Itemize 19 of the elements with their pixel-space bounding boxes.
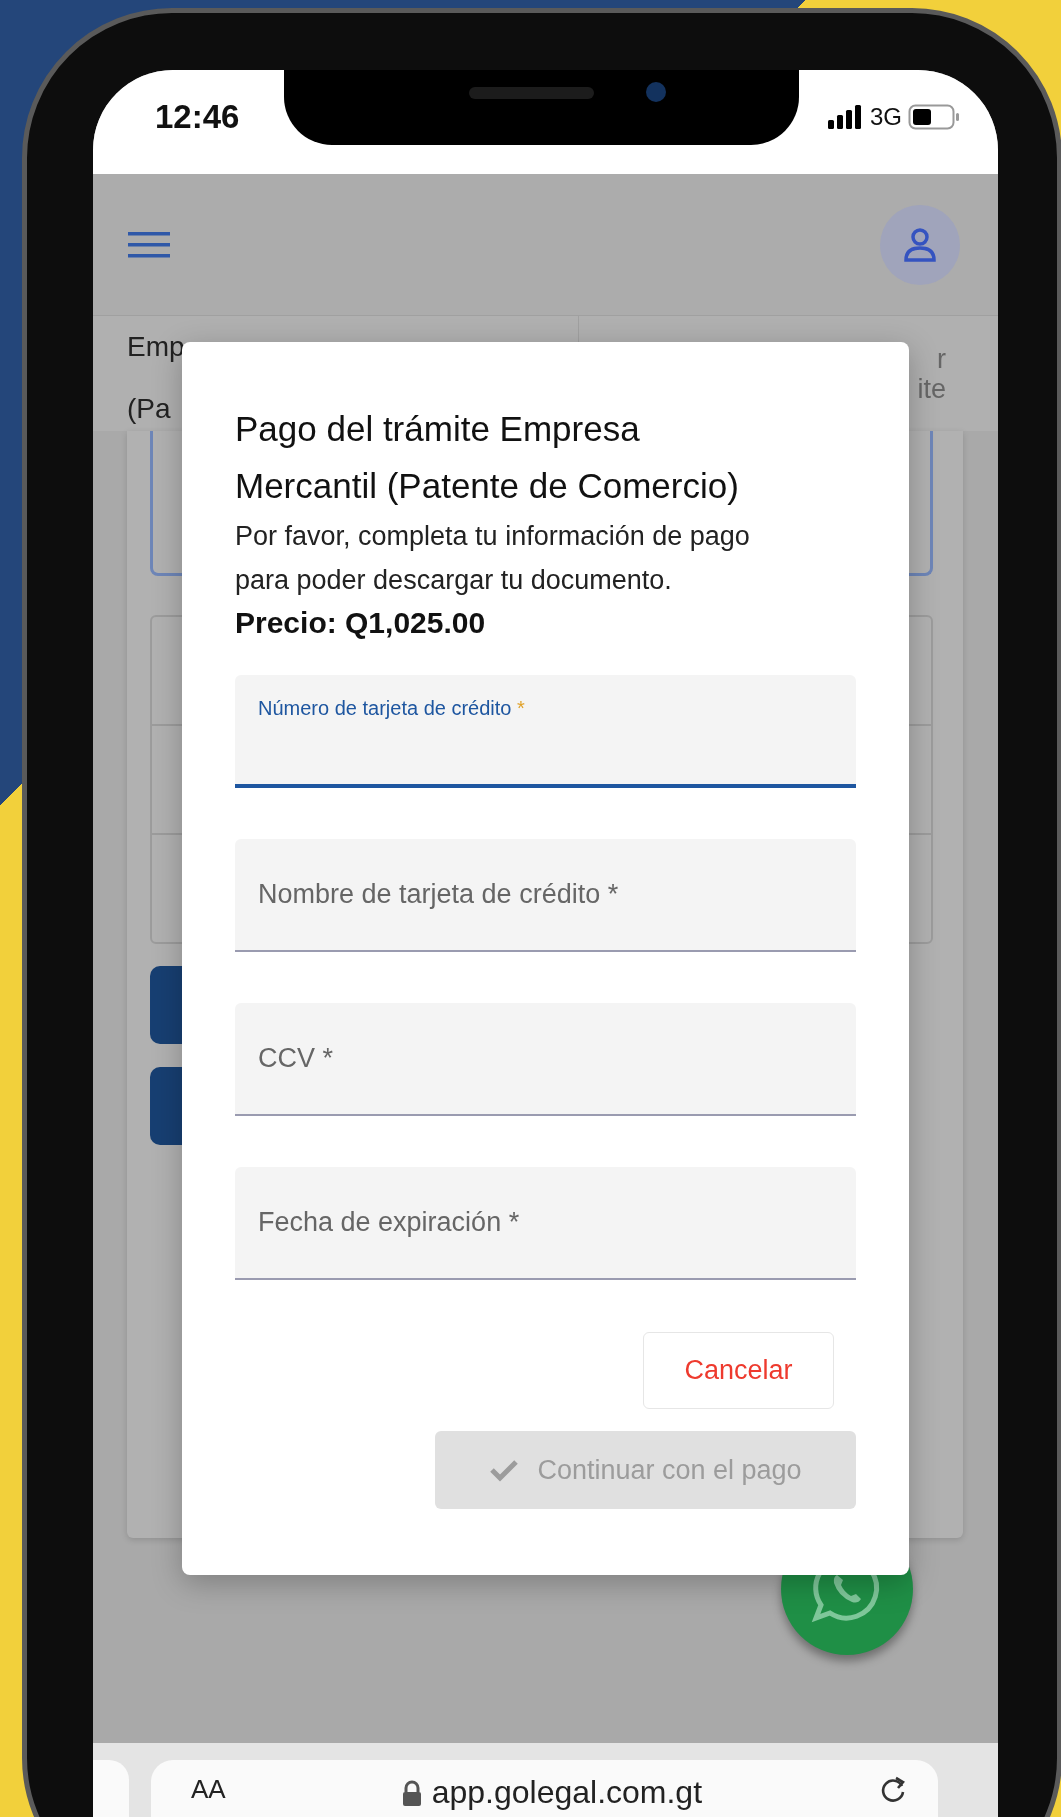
input-field[interactable]: Fecha de expiración * (235, 1167, 856, 1280)
cancel-button[interactable]: Cancelar (643, 1332, 834, 1409)
dialog-message: Por favor, completa tu información de pago para poder descargar tu documento. (235, 520, 751, 597)
address-bar[interactable]: AA app.golegal.com.gt (151, 1760, 938, 1817)
input-field[interactable]: Nombre de tarjeta de crédito * (235, 839, 856, 952)
signal-icon (828, 105, 864, 129)
menu-icon[interactable] (128, 231, 170, 258)
text-size-button[interactable]: AA (191, 1774, 226, 1805)
dialog-title: Pago del trámite Empresa Mercantil (Patente de Comercio) (235, 408, 740, 507)
input-field[interactable]: CCV * (235, 1003, 856, 1116)
lock-icon (401, 1779, 422, 1806)
check-icon (489, 1458, 520, 1482)
battery-icon (908, 104, 960, 130)
url-text: app.golegal.com.gt (431, 1774, 703, 1811)
price-label: Precio: Q1,025.00 (235, 606, 487, 640)
status-time: 12:46 (155, 98, 240, 136)
person-icon (902, 226, 938, 263)
network-label: 3G (870, 103, 902, 131)
input-field[interactable]: Número de tarjeta de crédito * (235, 675, 856, 788)
